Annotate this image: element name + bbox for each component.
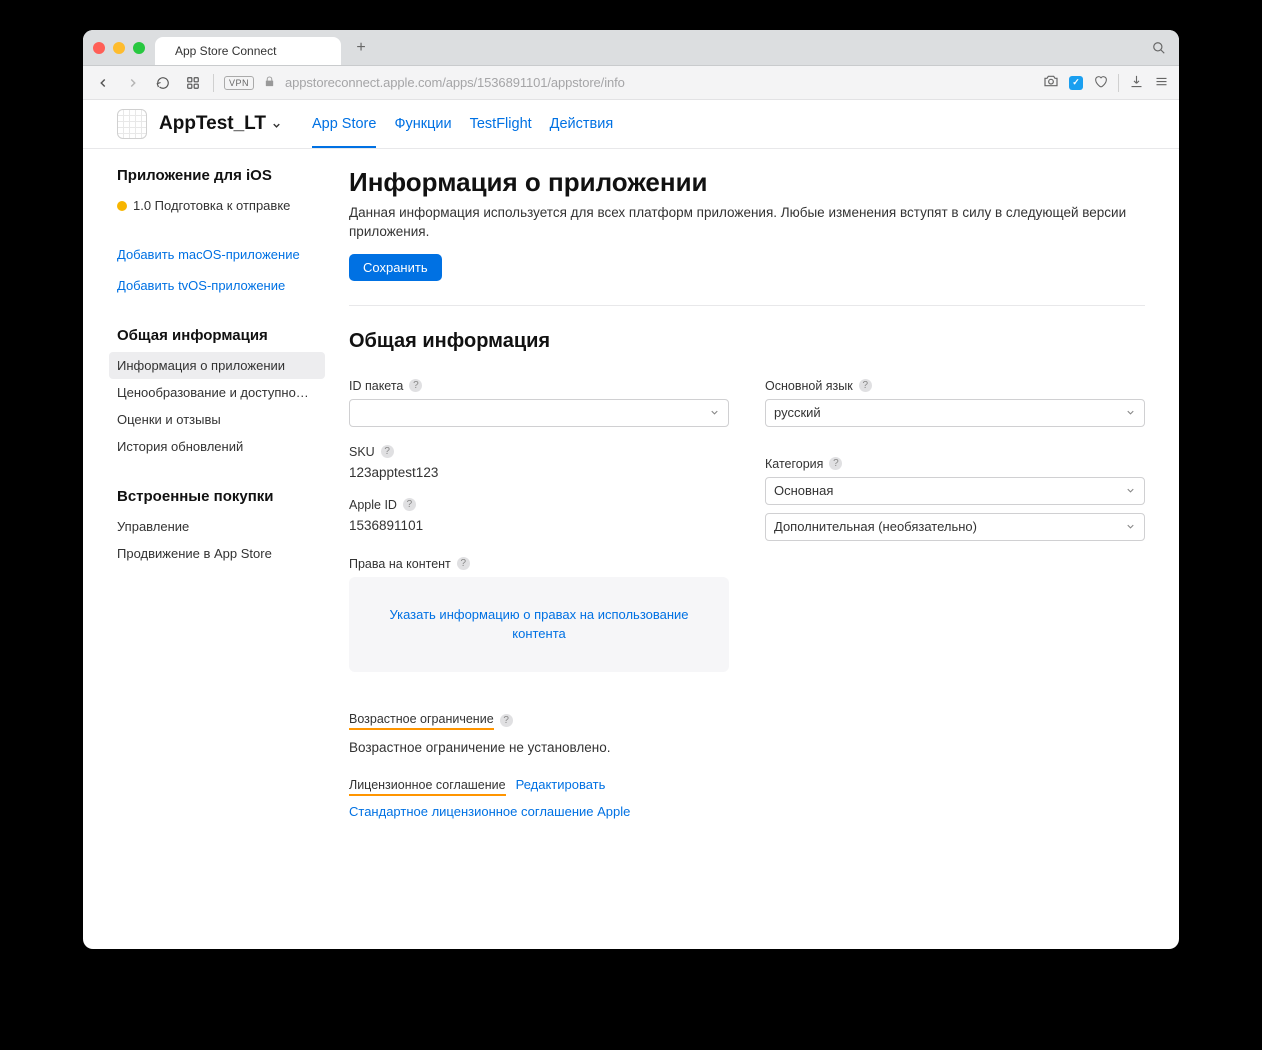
menu-icon[interactable] xyxy=(1154,74,1169,92)
sidebar-heading-ios: Приложение для iOS xyxy=(117,167,317,184)
url-bar: VPN appstoreconnect.apple.com/apps/15368… xyxy=(83,66,1179,100)
camera-icon[interactable] xyxy=(1043,73,1059,92)
label-age-rating-row: Возрастное ограничение ? xyxy=(349,712,729,730)
search-icon[interactable] xyxy=(1145,34,1173,62)
section-title: Общая информация xyxy=(349,330,1145,353)
tab-features[interactable]: Функции xyxy=(394,102,451,147)
heart-icon[interactable] xyxy=(1093,74,1108,92)
label-content-rights: Права на контент ? xyxy=(349,557,729,571)
right-column: Основной язык ? русский Категория ? xyxy=(765,361,1145,819)
content-rights-link[interactable]: Указать информацию о правах на использов… xyxy=(389,607,688,642)
help-icon[interactable]: ? xyxy=(829,457,842,470)
status-dot-icon xyxy=(117,201,127,211)
sidebar: Приложение для iOS 1.0 Подготовка к отпр… xyxy=(117,167,317,909)
divider xyxy=(349,305,1145,306)
main-panel: Информация о приложении Данная информаци… xyxy=(349,167,1145,909)
sidebar-item-version[interactable]: 1.0 Подготовка к отправке xyxy=(117,192,317,219)
window-controls xyxy=(93,42,145,54)
sidebar-item-history[interactable]: История обновлений xyxy=(117,433,317,460)
label-primary-lang: Основной язык ? xyxy=(765,379,1145,393)
label-apple-id: Apple ID ? xyxy=(349,498,729,512)
value-apple-id: 1536891101 xyxy=(349,518,729,533)
label-bundle-id: ID пакета ? xyxy=(349,379,729,393)
edit-license-link[interactable]: Редактировать xyxy=(516,777,606,792)
category-secondary-select[interactable]: Дополнительная (необязательно) xyxy=(765,513,1145,541)
help-icon[interactable]: ? xyxy=(409,379,422,392)
maximize-window[interactable] xyxy=(133,42,145,54)
sidebar-heading-general: Общая информация xyxy=(117,327,317,344)
lock-icon xyxy=(264,75,275,91)
chevron-down-icon xyxy=(1125,521,1136,532)
tab-bar: App Store Connect + xyxy=(83,30,1179,66)
help-icon[interactable]: ? xyxy=(403,498,416,511)
value-age-rating: Возрастное ограничение не установлено. xyxy=(349,740,729,755)
help-icon[interactable]: ? xyxy=(500,714,513,727)
sidebar-item-pricing[interactable]: Ценообразование и доступно… xyxy=(117,379,317,406)
tab-actions[interactable]: Действия xyxy=(550,102,614,147)
sidebar-item-ratings[interactable]: Оценки и отзывы xyxy=(117,406,317,433)
help-icon[interactable]: ? xyxy=(859,379,872,392)
category-primary-select[interactable]: Основная xyxy=(765,477,1145,505)
tab-appstore[interactable]: App Store xyxy=(312,102,377,148)
minimize-window[interactable] xyxy=(113,42,125,54)
label-category: Категория ? xyxy=(765,457,1145,471)
tab-testflight[interactable]: TestFlight xyxy=(470,102,532,147)
vpn-badge[interactable]: VPN xyxy=(224,76,254,90)
bundle-id-select[interactable] xyxy=(349,399,729,427)
save-button[interactable]: Сохранить xyxy=(349,254,442,281)
sidebar-item-promote[interactable]: Продвижение в App Store xyxy=(117,540,317,567)
chevron-down-icon xyxy=(709,407,720,418)
sidebar-heading-iap: Встроенные покупки xyxy=(117,488,317,505)
label-license: Лицензионное соглашение xyxy=(349,778,506,796)
toolbar-right xyxy=(1043,73,1169,92)
value-sku: 123apptest123 xyxy=(349,465,729,480)
std-license-link[interactable]: Стандартное лицензионное соглашение Appl… xyxy=(349,804,729,819)
help-icon[interactable]: ? xyxy=(457,557,470,570)
close-window[interactable] xyxy=(93,42,105,54)
back-button[interactable] xyxy=(93,76,113,90)
label-license-row: Лицензионное соглашение Редактировать xyxy=(349,777,729,796)
content-rights-box: Указать информацию о правах на использов… xyxy=(349,577,729,672)
forward-button[interactable] xyxy=(123,76,143,90)
tab-title: App Store Connect xyxy=(175,44,276,58)
page-title: Информация о приложении xyxy=(349,167,1145,198)
sidebar-item-manage[interactable]: Управление xyxy=(117,513,317,540)
label-age-rating: Возрастное ограничение xyxy=(349,712,494,730)
apps-icon[interactable] xyxy=(183,76,203,90)
shield-icon[interactable] xyxy=(1069,76,1083,90)
sidebar-item-app-info[interactable]: Информация о приложении xyxy=(109,352,325,379)
url-text[interactable]: appstoreconnect.apple.com/apps/153689110… xyxy=(285,75,1033,90)
download-icon[interactable] xyxy=(1129,74,1144,92)
app-header: AppTest_LT App Store Функции TestFlight … xyxy=(83,100,1179,149)
content: Приложение для iOS 1.0 Подготовка к отпр… xyxy=(83,149,1179,949)
help-icon[interactable]: ? xyxy=(381,445,394,458)
chevron-down-icon xyxy=(1125,485,1136,496)
page-subtitle: Данная информация используется для всех … xyxy=(349,204,1145,242)
browser-tab[interactable]: App Store Connect xyxy=(155,37,341,65)
left-column: ID пакета ? SKU ? 123apptest123 xyxy=(349,361,729,819)
primary-lang-select[interactable]: русский xyxy=(765,399,1145,427)
app-icon-placeholder xyxy=(117,109,147,139)
sidebar-link-add-tvos[interactable]: Добавить tvOS-приложение xyxy=(117,272,317,299)
new-tab-button[interactable]: + xyxy=(347,34,375,62)
chevron-down-icon xyxy=(1125,407,1136,418)
browser-window: App Store Connect + VPN appstoreconnect.… xyxy=(83,30,1179,949)
app-tabs: App Store Функции TestFlight Действия xyxy=(312,102,613,147)
reload-button[interactable] xyxy=(153,76,173,90)
sidebar-link-add-macos[interactable]: Добавить macOS-приложение xyxy=(117,241,317,268)
app-name-dropdown[interactable]: AppTest_LT xyxy=(159,113,282,135)
label-sku: SKU ? xyxy=(349,445,729,459)
